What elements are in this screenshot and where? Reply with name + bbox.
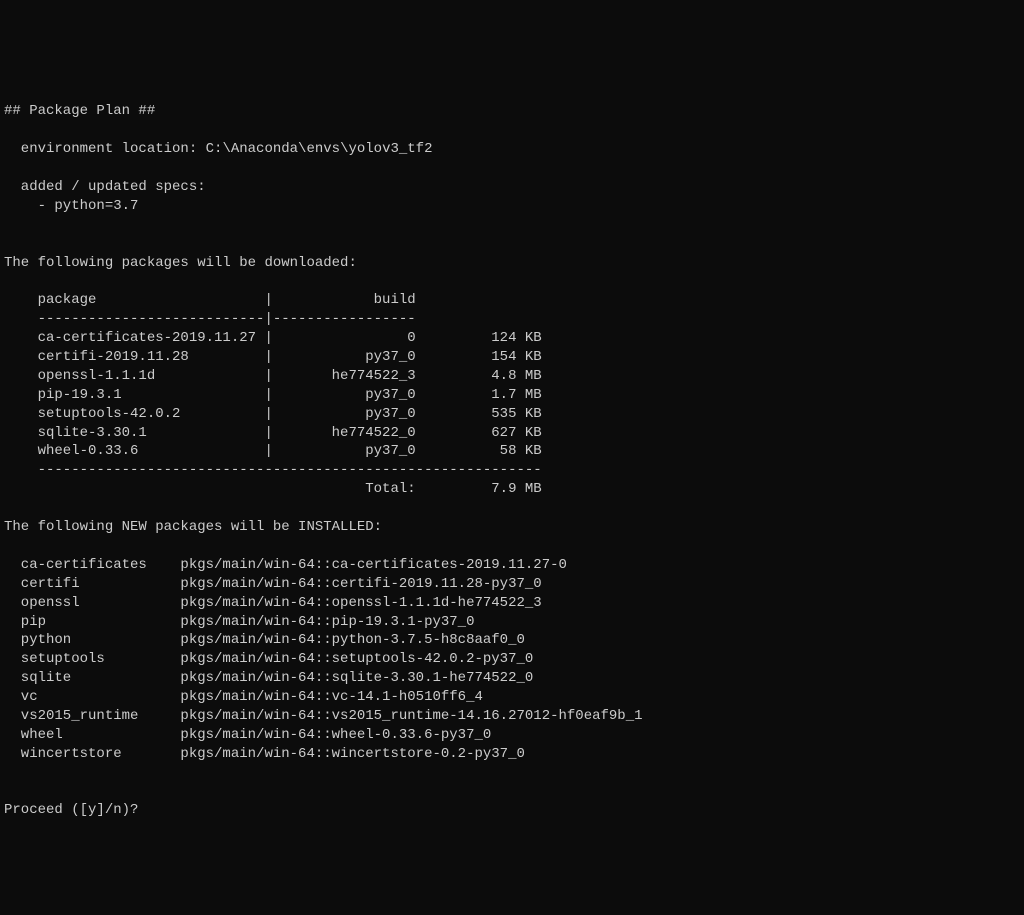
install-row: python pkgs/main/win-64::python-3.7.5-h8…	[4, 632, 525, 648]
install-row: certifi pkgs/main/win-64::certifi-2019.1…	[4, 576, 542, 592]
download-bottom-divider: ----------------------------------------…	[4, 462, 542, 478]
install-row: openssl pkgs/main/win-64::openssl-1.1.1d…	[4, 595, 542, 611]
proceed-prompt[interactable]: Proceed ([y]/n)?	[4, 802, 147, 818]
terminal-output: ## Package Plan ## environment location:…	[4, 84, 1020, 821]
install-row: ca-certificates pkgs/main/win-64::ca-cer…	[4, 557, 567, 573]
install-row: wincertstore pkgs/main/win-64::wincertst…	[4, 746, 525, 762]
install-row: sqlite pkgs/main/win-64::sqlite-3.30.1-h…	[4, 670, 533, 686]
download-total-line: Total: 7.9 MB	[4, 481, 542, 497]
install-row: wheel pkgs/main/win-64::wheel-0.33.6-py3…	[4, 727, 491, 743]
download-row: certifi-2019.11.28 | py37_0 154 KB	[4, 349, 542, 365]
download-row: ca-certificates-2019.11.27 | 0 124 KB	[4, 330, 542, 346]
env-location-label: environment location:	[4, 141, 206, 157]
install-row: setuptools pkgs/main/win-64::setuptools-…	[4, 651, 533, 667]
env-location-line: environment location: C:\Anaconda\envs\y…	[4, 141, 432, 157]
install-row: vc pkgs/main/win-64::vc-14.1-h0510ff6_4	[4, 689, 483, 705]
download-intro: The following packages will be downloade…	[4, 255, 357, 271]
download-header-divider: ---------------------------|------------…	[4, 311, 416, 327]
added-specs-label: added / updated specs:	[4, 179, 206, 195]
download-row: pip-19.3.1 | py37_0 1.7 MB	[4, 387, 542, 403]
spec-item: - python=3.7	[4, 198, 138, 214]
download-row: sqlite-3.30.1 | he774522_0 627 KB	[4, 425, 542, 441]
plan-header: ## Package Plan ##	[4, 103, 155, 119]
download-row: setuptools-42.0.2 | py37_0 535 KB	[4, 406, 542, 422]
install-row: pip pkgs/main/win-64::pip-19.3.1-py37_0	[4, 614, 474, 630]
install-row: vs2015_runtime pkgs/main/win-64::vs2015_…	[4, 708, 643, 724]
env-location-path: C:\Anaconda\envs\yolov3_tf2	[206, 141, 433, 157]
download-header-row: package | build	[4, 292, 416, 308]
install-intro: The following NEW packages will be INSTA…	[4, 519, 382, 535]
download-row: openssl-1.1.1d | he774522_3 4.8 MB	[4, 368, 542, 384]
download-row: wheel-0.33.6 | py37_0 58 KB	[4, 443, 542, 459]
